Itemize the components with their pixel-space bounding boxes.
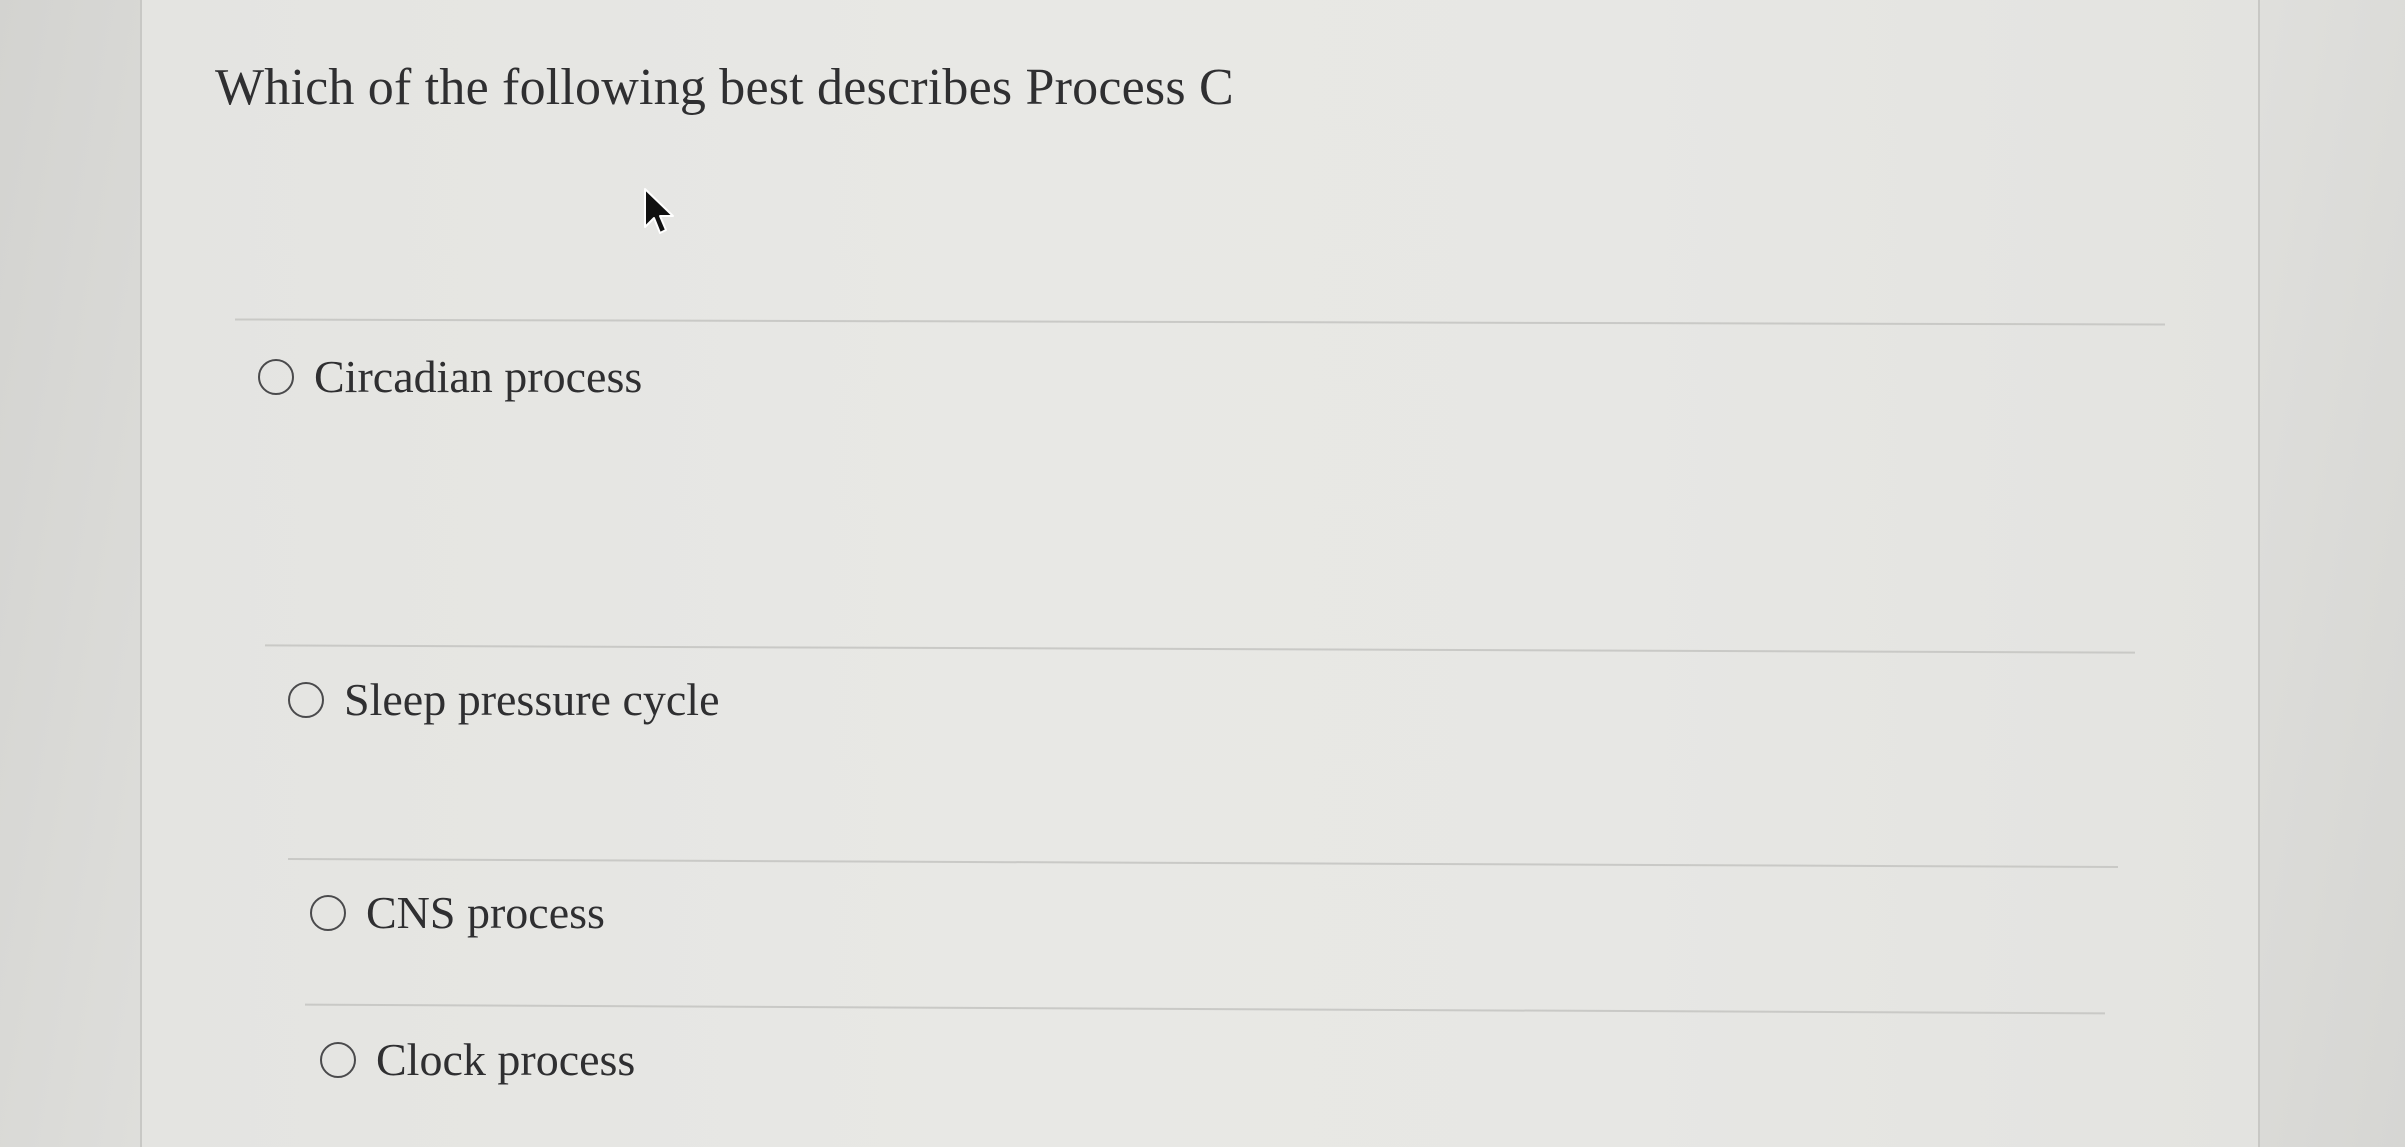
question-text: Which of the following best describes Pr… [215, 59, 1234, 116]
option-cns-process[interactable]: CNS process [310, 886, 605, 939]
option-label: Clock process [376, 1034, 636, 1085]
option-label: CNS process [366, 887, 605, 938]
radio-button-icon[interactable] [310, 894, 346, 931]
option-label: Circadian process [314, 351, 643, 402]
radio-button-icon[interactable] [320, 1041, 356, 1078]
mouse-pointer-icon [644, 188, 674, 234]
option-circadian-process[interactable]: Circadian process [258, 350, 642, 403]
screen: Which of the following best describes Pr… [0, 0, 2405, 1147]
option-clock-process[interactable]: Clock process [320, 1033, 635, 1086]
option-label: Sleep pressure cycle [344, 674, 720, 725]
option-sleep-pressure-cycle[interactable]: Sleep pressure cycle [288, 673, 720, 726]
question-card [140, 0, 2260, 1147]
radio-button-icon[interactable] [288, 681, 324, 718]
radio-button-icon[interactable] [258, 358, 294, 395]
